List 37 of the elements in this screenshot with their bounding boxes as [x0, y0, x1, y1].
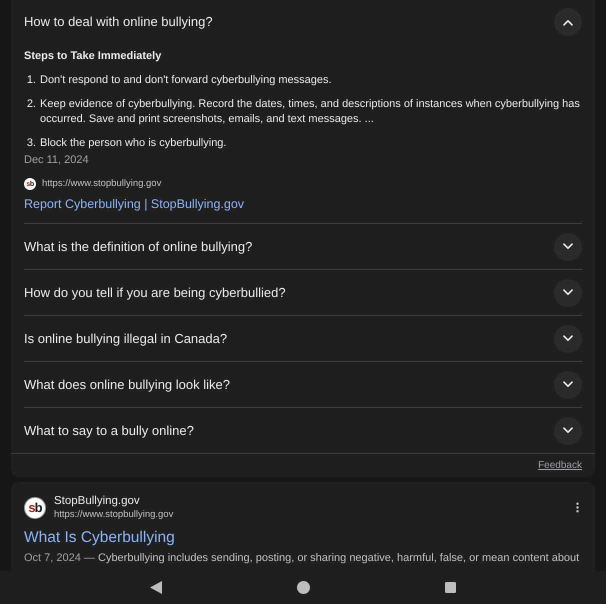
feedback-link[interactable]: Feedback: [538, 458, 582, 474]
step-number: 3.: [26, 136, 36, 151]
expand-button[interactable]: [554, 278, 582, 307]
chevron-down-icon: [563, 381, 573, 388]
answer-date: Dec 11, 2024: [24, 153, 89, 168]
back-icon[interactable]: [150, 581, 162, 594]
more-vertical-icon[interactable]: [576, 502, 579, 514]
step-number: 1.: [26, 73, 36, 88]
source-link[interactable]: Report Cyberbullying | StopBullying.gov: [24, 195, 244, 214]
expand-button[interactable]: [554, 370, 582, 399]
site-logo: sb: [24, 496, 46, 519]
step-text: Block the person who is cyberbullying.: [40, 136, 226, 151]
chevron-down-icon: [563, 243, 573, 250]
faq-question[interactable]: How do you tell if you are being cyberbullied?: [24, 283, 286, 302]
chevron-down-icon: [563, 335, 573, 342]
step-number: 2.: [26, 97, 36, 112]
site-name: StopBullying.gov: [54, 494, 140, 508]
result-snippet: Oct 7, 2024 — Cyberbullying includes sending, posting, or sharing negative, harmful, false, or mean content about: [24, 551, 580, 566]
step-text: Keep evidence of cyberbullying. Record the dates, times, and descriptions of instances when cyberbullying has occurred. Save and print screenshots, emails, and text messages. ...: [40, 97, 581, 127]
expand-button[interactable]: [554, 416, 582, 445]
faq-question[interactable]: Is online bullying illegal in Canada?: [24, 329, 228, 348]
faq-question[interactable]: What does online bullying look like?: [24, 375, 230, 394]
chevron-down-icon: [563, 289, 573, 296]
result-title[interactable]: What Is Cyberbullying: [24, 528, 175, 548]
step-text: Don't respond to and don't forward cyberbullying messages.: [40, 73, 332, 88]
faq-question[interactable]: What is the definition of online bullying?: [24, 237, 252, 256]
result-url: https://www.stopbullying.gov: [54, 508, 174, 522]
expand-button[interactable]: [554, 232, 582, 261]
faq-question[interactable]: How to deal with online bullying?: [24, 12, 213, 32]
source-url: https://www.stopbullying.gov: [42, 177, 162, 191]
answer-heading: Steps to Take Immediately: [24, 49, 162, 64]
collapse-button[interactable]: [554, 8, 582, 36]
expand-button[interactable]: [554, 324, 582, 353]
home-icon[interactable]: [297, 581, 310, 594]
faq-question[interactable]: What to say to a bully online?: [24, 421, 194, 440]
chevron-down-icon: [563, 427, 573, 434]
chevron-up-icon: [563, 18, 573, 26]
